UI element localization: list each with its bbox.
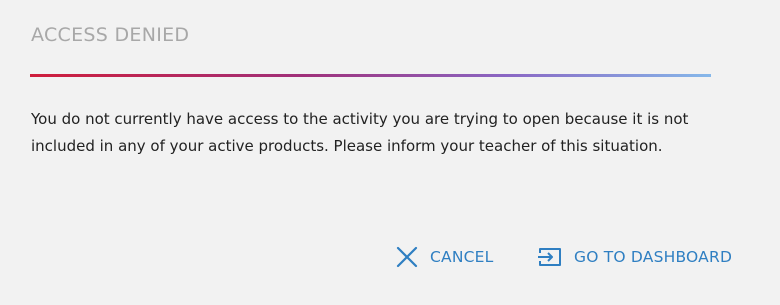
dialog-title: ACCESS DENIED (31, 24, 190, 46)
close-icon (394, 244, 420, 270)
cancel-button[interactable]: CANCEL (394, 244, 493, 270)
access-denied-dialog: ACCESS DENIED You do not currently have … (0, 0, 780, 305)
enter-dashboard-icon (537, 244, 563, 270)
dialog-message: You do not currently have access to the … (31, 110, 689, 155)
go-to-dashboard-button[interactable]: GO TO DASHBOARD (537, 244, 732, 270)
go-to-dashboard-label: GO TO DASHBOARD (574, 248, 733, 266)
cancel-button-label: CANCEL (430, 248, 494, 266)
title-divider (30, 74, 711, 77)
